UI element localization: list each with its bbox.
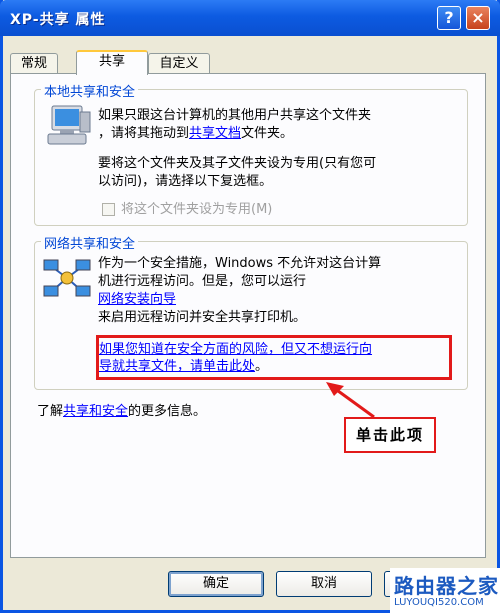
network-setup-wizard-link[interactable]: 网络安装向导: [98, 292, 176, 307]
tab-customize[interactable]: 自定义: [148, 53, 210, 73]
site-watermark: 路由器之家 LUYOUQI520.COM: [390, 568, 500, 613]
computer-icon: [47, 105, 91, 145]
close-icon: ×: [471, 8, 485, 27]
tab-label: 共享: [98, 54, 125, 69]
more-info-line: 了解共享和安全的更多信息。: [37, 402, 206, 421]
local-line3: 要将这个文件夹及其子文件夹设为专用(只有您可: [98, 156, 377, 171]
shared-documents-link[interactable]: 共享文档: [189, 126, 241, 141]
local-line4: 以访问)，请选择以下复选框。: [98, 174, 273, 189]
title-bar[interactable]: XP-共享 属性 ? ×: [0, 0, 500, 36]
text: 的更多信息。: [128, 404, 207, 419]
tab-label: 常规: [20, 56, 47, 71]
annotation-callout: 单击此项: [344, 417, 436, 453]
cancel-button[interactable]: 取消: [276, 571, 372, 597]
text: 文件夹。: [241, 126, 294, 141]
local-line2: ，请将其拖动到共享文档文件夹。: [98, 124, 293, 143]
watermark-url: LUYOUQI520.COM: [394, 597, 484, 608]
help-icon: ?: [444, 8, 454, 27]
annotation-highlight-box: [96, 335, 452, 380]
close-button[interactable]: ×: [466, 6, 490, 30]
window-title: XP-共享 属性: [10, 12, 106, 28]
private-folder-checkbox[interactable]: [102, 203, 115, 216]
text: ，请将其拖动到: [98, 126, 190, 141]
network-wizard-line: 网络安装向导: [98, 290, 176, 309]
network-line2: 机进行远程访问。但是，您可以运行: [98, 274, 307, 289]
tab-general[interactable]: 常规: [10, 53, 58, 73]
tab-label: 自定义: [159, 56, 199, 71]
annotation-arrow-icon: [326, 382, 375, 419]
network-line4: 来启用远程访问并安全共享打印机。: [98, 310, 307, 325]
text: 了解: [37, 404, 64, 419]
network-line1: 作为一个安全措施，Windows 不允许对这台计算: [98, 256, 382, 271]
network-icon: [43, 259, 91, 297]
group-title: 网络共享和安全: [41, 233, 139, 252]
local-line1: 如果只跟这台计算机的其他用户共享这个文件夹: [98, 108, 372, 123]
sharing-security-link[interactable]: 共享和安全: [63, 404, 128, 419]
private-folder-label: 将这个文件夹设为专用(M): [121, 202, 273, 217]
watermark-logo: 路由器之家: [394, 574, 499, 598]
ok-button[interactable]: 确定: [168, 571, 264, 597]
group-title: 本地共享和安全: [41, 81, 139, 100]
tab-sharing[interactable]: 共享: [76, 50, 148, 75]
help-button[interactable]: ?: [437, 6, 461, 30]
